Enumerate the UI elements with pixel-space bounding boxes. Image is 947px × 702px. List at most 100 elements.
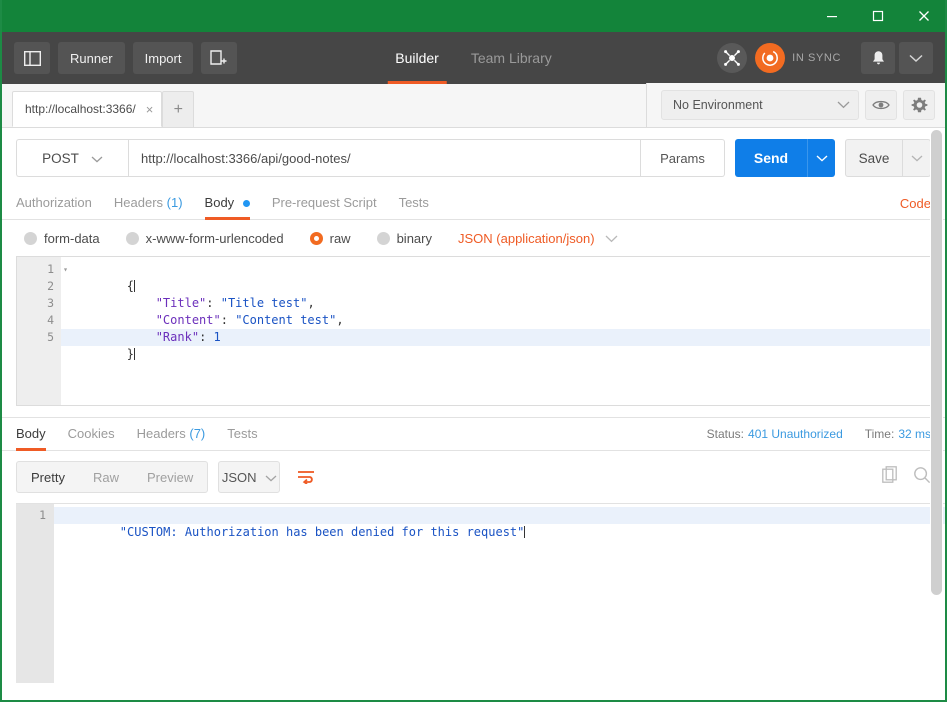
user-menu-chevron-down-icon[interactable] (899, 42, 933, 74)
window-minimize-button[interactable] (809, 0, 855, 32)
response-tools-right (868, 465, 931, 489)
response-toolbar: Pretty Raw Preview JSON (2, 451, 945, 503)
url-input[interactable]: http://localhost:3366/api/good-notes/ (128, 139, 641, 177)
save-button[interactable]: Save (845, 139, 903, 177)
response-format-label: JSON (221, 469, 257, 485)
response-tab-body[interactable]: Body (16, 418, 46, 451)
sync-status-label: IN SYNC (792, 52, 841, 64)
chevron-down-icon (265, 470, 277, 485)
response-headers-count: (7) (189, 425, 206, 441)
code-link[interactable]: Code (900, 196, 931, 211)
body-type-x-www-form-urlencoded[interactable]: x-www-form-urlencoded (125, 231, 284, 246)
copy-icon[interactable] (882, 465, 899, 489)
main-tabs: Builder Team Library (379, 32, 568, 84)
params-button[interactable]: Params (641, 139, 725, 177)
line-number: 1 (39, 508, 46, 522)
send-options-chevron-down-icon[interactable] (807, 139, 835, 177)
response-body-editor[interactable]: 1 "CUSTOM: Authorization has been denied… (16, 503, 945, 683)
response-format-select[interactable]: JSON (218, 461, 281, 493)
new-window-icon[interactable] (201, 42, 238, 74)
body-type-binary[interactable]: binary (376, 231, 432, 246)
response-tab-cookies[interactable]: Cookies (68, 418, 115, 451)
time-label: Time: (864, 427, 895, 441)
time-value: 32 ms (898, 427, 931, 441)
http-method-select[interactable]: POST (16, 139, 128, 177)
toolbar-right: IN SYNC (717, 42, 933, 74)
open-request-tabs: http://localhost:3366/ × + (2, 83, 646, 127)
request-section-tabs: Authorization Headers (1) Body Pre-reque… (2, 187, 945, 220)
request-tab-pre-request-script[interactable]: Pre-request Script (272, 187, 377, 220)
request-body-editor[interactable]: 1 ▾ 2 3 4 5 { "Title": "Title test", "Con… (16, 256, 931, 406)
chevron-down-icon (91, 151, 103, 166)
gear-icon[interactable] (903, 90, 935, 120)
request-url-row: POST http://localhost:3366/api/good-note… (2, 128, 945, 187)
text-caret (134, 348, 136, 360)
response-tab-label: Cookies (67, 425, 115, 441)
code-line: "Title": "Title test", (155, 296, 315, 310)
request-tab-close-icon[interactable]: × (146, 103, 154, 116)
response-meta: Status: 401 Unauthorized Time: 32 ms (707, 427, 931, 441)
import-button[interactable]: Import (132, 42, 194, 74)
word-wrap-icon[interactable] (290, 461, 322, 493)
vertical-scrollbar-thumb[interactable] (931, 130, 942, 595)
headers-count: (1) (166, 194, 183, 210)
body-type-row: form-data x-www-form-urlencoded raw bina… (2, 220, 945, 256)
body-type-raw[interactable]: raw (309, 231, 351, 246)
response-tab-label: Tests (227, 425, 258, 441)
postman-window: Runner Import Builder Team Library IN SY… (0, 0, 947, 702)
request-tab-authorization[interactable]: Authorization (16, 187, 92, 220)
response-tab-label: Body (16, 425, 46, 441)
radio-icon (24, 232, 37, 245)
content-type-select[interactable]: JSON (application/json) (458, 231, 618, 246)
request-tab-title: http://localhost:3366/ (25, 102, 136, 116)
view-mode-preview[interactable]: Preview (133, 462, 207, 492)
code-line: { (126, 279, 136, 293)
tab-builder[interactable]: Builder (379, 32, 455, 84)
save-options-chevron-down-icon[interactable] (903, 139, 931, 177)
interceptor-icon[interactable] (717, 43, 748, 73)
line-number: 2 (47, 279, 54, 293)
save-group: Save (845, 139, 931, 177)
chevron-down-icon (605, 231, 618, 246)
request-code-area[interactable]: { "Title": "Title test", "Content": "Con… (61, 257, 930, 405)
request-tab-label: Tests (398, 194, 429, 210)
send-group: Send (735, 139, 835, 177)
notifications-icon[interactable] (861, 42, 895, 74)
view-mode-pretty[interactable]: Pretty (17, 462, 79, 492)
content-type-label: JSON (application/json) (458, 231, 595, 246)
request-tab[interactable]: http://localhost:3366/ × (12, 91, 163, 127)
tab-team-library[interactable]: Team Library (455, 32, 568, 84)
response-tab-headers[interactable]: Headers (7) (137, 418, 206, 451)
search-icon[interactable] (913, 466, 931, 489)
send-button[interactable]: Send (735, 139, 807, 177)
sync-status-icon[interactable] (755, 43, 786, 73)
new-request-tab-button[interactable]: + (162, 91, 195, 127)
body-type-label: raw (329, 231, 351, 246)
line-number: 1 ▾ (47, 262, 68, 276)
body-type-label: x-www-form-urlencoded (145, 231, 284, 246)
chevron-down-icon (837, 98, 850, 112)
request-tab-headers[interactable]: Headers (1) (114, 187, 183, 220)
status-label: Status: (706, 427, 745, 441)
eye-icon[interactable] (865, 90, 897, 120)
response-tab-tests[interactable]: Tests (227, 418, 257, 451)
request-tab-label: Headers (113, 194, 164, 210)
response-code-area[interactable]: "CUSTOM: Authorization has been denied f… (54, 504, 945, 683)
window-maximize-button[interactable] (855, 0, 901, 32)
runner-button[interactable]: Runner (58, 42, 125, 74)
window-close-button[interactable] (901, 0, 945, 32)
request-tab-tests[interactable]: Tests (399, 187, 429, 220)
response-tab-label: Headers (136, 425, 186, 441)
request-tab-label: Body (204, 194, 235, 210)
request-tabstrip: http://localhost:3366/ × + No Environmen… (2, 83, 945, 128)
view-mode-raw[interactable]: Raw (79, 462, 133, 492)
environment-select[interactable]: No Environment (661, 90, 859, 120)
body-type-form-data[interactable]: form-data (24, 231, 100, 246)
response-editor-gutter: 1 (16, 504, 54, 683)
response-view-mode-group: Pretty Raw Preview (16, 461, 209, 493)
code-line-active: "CUSTOM: Authorization has been denied f… (54, 507, 945, 539)
request-tab-body[interactable]: Body (204, 187, 251, 220)
radio-icon (125, 232, 139, 245)
request-tab-label: Pre-request Script (271, 194, 377, 210)
sidebar-toggle-icon[interactable] (14, 42, 50, 74)
